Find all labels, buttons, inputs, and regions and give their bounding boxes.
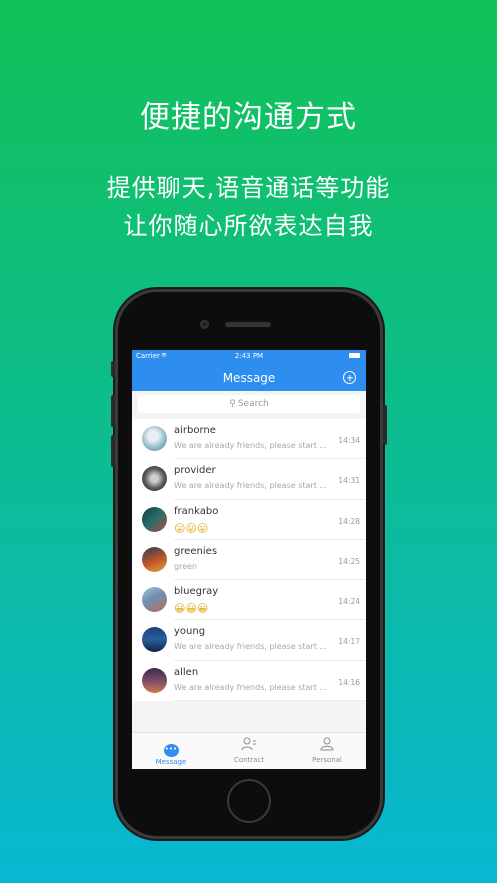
contact-name: airborne: [174, 425, 216, 436]
tab-label: Contract: [233, 756, 265, 764]
add-icon[interactable]: [343, 371, 356, 384]
search-icon: ⚲: [229, 399, 236, 409]
tab-label: Personal: [312, 756, 342, 764]
mute-switch: [111, 361, 115, 377]
status-bar: Carrier ≋ 2:43 PM: [132, 350, 366, 362]
status-time: 2:43 PM: [234, 352, 264, 360]
conversation-list: airborne We are already friends, please …: [132, 419, 366, 702]
message-preview: We are already friends, please start ...: [174, 682, 328, 692]
message-preview: green: [174, 561, 198, 571]
conversation-row[interactable]: airborne We are already friends, please …: [132, 419, 366, 460]
speaker-grille: [225, 322, 271, 327]
promo-line-2: 让你随心所欲表达自我: [123, 212, 374, 240]
message-time: 14:31: [338, 476, 360, 486]
conversation-row[interactable]: allen We are already friends, please sta…: [132, 660, 366, 702]
message-preview: 😀😀😀: [174, 602, 209, 616]
nav-bar: Carrier ≋ 2:43 PM Message: [132, 350, 366, 391]
front-camera-icon: [200, 320, 209, 329]
conversation-row[interactable]: bluegray 😀😀😀 14:24: [132, 580, 366, 621]
avatar: [142, 506, 167, 532]
avatar: [142, 546, 167, 572]
conversation-row[interactable]: frankabo 😛😛😛 14:28: [132, 499, 366, 541]
message-time: 14:25: [338, 556, 360, 566]
contact-name: frankabo: [174, 505, 219, 517]
conversation-row[interactable]: young We are already friends, please sta…: [132, 620, 366, 662]
contact-name: greenies: [174, 545, 218, 557]
message-preview: We are already friends, please start ...: [174, 642, 328, 652]
contact-name: bluegray: [174, 586, 219, 598]
conversation-row[interactable]: greenies green 14:25: [132, 539, 366, 581]
contact-name: young: [174, 626, 206, 638]
avatar: [142, 587, 167, 613]
message-time: 14:17: [338, 637, 360, 647]
message-time: 14:16: [338, 677, 360, 687]
search-bar: ⚲ Search: [132, 391, 366, 417]
volume-up-button: [111, 395, 115, 427]
tab-personal[interactable]: Personal: [288, 736, 366, 764]
message-preview: 😛😛😛: [174, 521, 209, 535]
phone-mockup: Carrier ≋ 2:43 PM Message ⚲ Search airbor…: [111, 289, 387, 839]
message-time: 14:34: [338, 436, 360, 445]
tab-message[interactable]: ••• Message: [132, 736, 210, 766]
message-time: 14:24: [338, 597, 360, 607]
contact-name: allen: [174, 666, 199, 678]
promo-line-1: 提供聊天,语音通话等功能: [106, 174, 391, 202]
volume-down-button: [111, 435, 115, 467]
search-input[interactable]: ⚲ Search: [138, 395, 360, 413]
battery-icon: [349, 353, 360, 358]
home-button[interactable]: [227, 779, 271, 823]
tab-bar: ••• Message Contract Personal: [132, 732, 366, 769]
contacts-icon: [241, 737, 256, 751]
message-preview: We are already friends, please start ...: [174, 481, 328, 491]
search-placeholder: Search: [237, 399, 269, 409]
avatar: [142, 667, 167, 693]
app-screen: Carrier ≋ 2:43 PM Message ⚲ Search airbor…: [132, 350, 366, 769]
nav-title: Message: [222, 371, 276, 385]
avatar: [142, 627, 167, 653]
promo-headline: 便捷的沟通方式: [140, 100, 357, 135]
tab-contract[interactable]: Contract: [210, 736, 288, 764]
avatar: [142, 426, 167, 451]
avatar: [142, 466, 167, 492]
contact-name: provider: [174, 465, 216, 477]
power-button: [383, 405, 387, 445]
message-time: 14:28: [338, 516, 360, 526]
tab-label: Message: [155, 758, 187, 766]
message-preview: We are already friends, please start ...: [174, 441, 328, 450]
conversation-row[interactable]: provider We are already friends, please …: [132, 459, 366, 500]
person-icon: [320, 737, 334, 751]
chat-bubble-icon: •••: [163, 744, 179, 757]
